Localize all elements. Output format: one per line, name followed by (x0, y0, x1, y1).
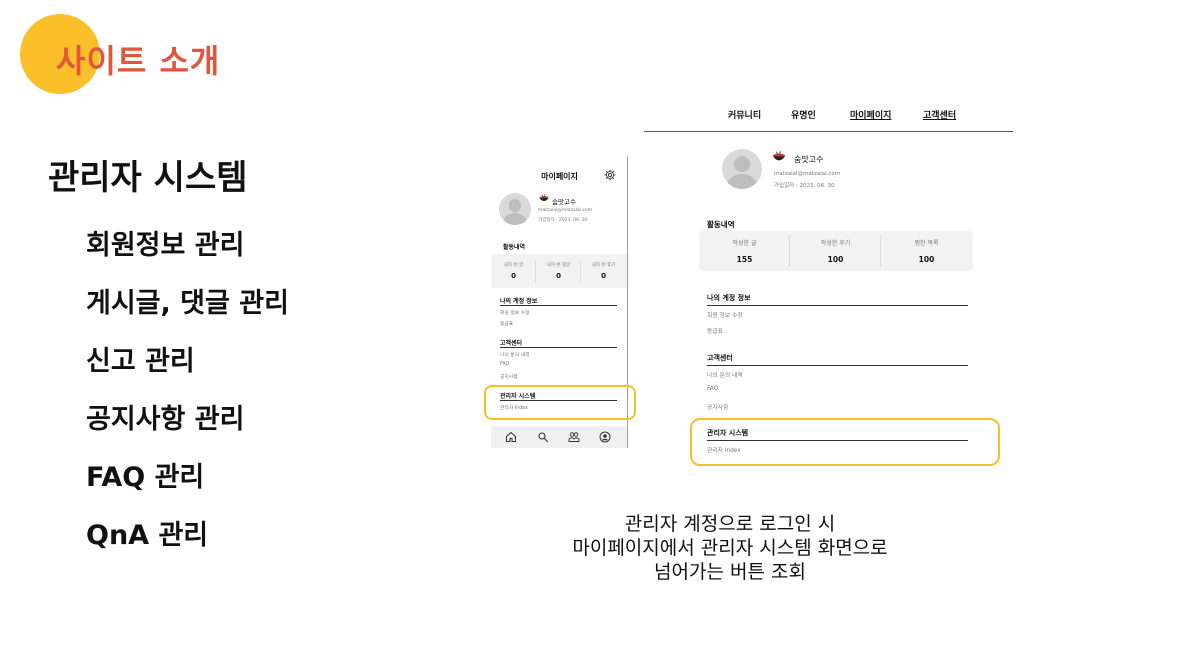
stat-value: 0 (556, 272, 561, 280)
stat-wishlist[interactable]: 찜한 목록 100 (881, 231, 972, 271)
nav-mypage[interactable]: 마이페이지 (850, 108, 891, 121)
support-section-title: 고객센터 (707, 354, 733, 362)
nickname: 숨맛고수 (552, 198, 576, 206)
email: matzalal@matzalal.com (538, 208, 593, 213)
gear-icon[interactable] (604, 169, 616, 181)
avatar (499, 193, 531, 225)
menu-grade-table[interactable]: 등급표 (707, 326, 723, 335)
feature-member-info: 회원정보 관리 (86, 230, 245, 261)
nav-divider (644, 131, 1013, 132)
feature-posts-comments: 게시글, 댓글 관리 (86, 288, 289, 319)
stat-reviews[interactable]: 내가 쓴 후기 0 (581, 254, 626, 288)
stat-value: 155 (736, 255, 753, 264)
stat-value: 100 (827, 255, 844, 264)
stat-value: 0 (511, 272, 516, 280)
feature-notices: 공지사항 관리 (86, 404, 245, 435)
desktop-admin-highlight (690, 418, 1000, 466)
search-icon[interactable] (537, 431, 549, 443)
support-section-title: 고객센터 (500, 340, 523, 347)
stat-comments[interactable]: 내가 쓴 댓글 0 (536, 254, 581, 288)
section-heading: 관리자 시스템 (48, 158, 248, 198)
feature-faq: FAQ 관리 (86, 462, 205, 493)
stat-label: 찜한 목록 (914, 240, 939, 247)
nav-community[interactable]: 커뮤니티 (728, 108, 761, 121)
avatar (722, 149, 762, 189)
activity-title: 활동내역 (503, 244, 526, 251)
menu-notices[interactable]: 공지사항 (500, 373, 518, 380)
menu-faq[interactable]: FAQ (707, 386, 718, 392)
stat-label: 작성한 후기 (820, 240, 851, 247)
nickname: 숨맛고수 (794, 155, 824, 164)
joined-date: 가입일자 : 2023. 06. 30 (538, 218, 588, 223)
caption-line-2: 마이페이지에서 관리자 시스템 화면으로 (572, 537, 888, 559)
stat-label: 내가 쓴 글 (503, 263, 524, 268)
profile-icon[interactable] (599, 431, 611, 443)
stat-posts[interactable]: 내가 쓴 글 0 (491, 254, 536, 288)
stat-value: 100 (918, 255, 935, 264)
menu-notices[interactable]: 공지사항 (707, 402, 728, 411)
menu-edit-profile[interactable]: 회원 정보 수정 (500, 309, 530, 316)
account-section-title: 나의 계정 정보 (500, 298, 538, 305)
menu-edit-profile[interactable]: 회원 정보 수정 (707, 310, 743, 319)
home-icon[interactable] (505, 431, 517, 443)
nav-celebrities[interactable]: 유명인 (791, 108, 816, 121)
mobile-admin-highlight (484, 385, 636, 420)
community-icon[interactable] (568, 431, 580, 443)
stat-label: 내가 쓴 댓글 (546, 263, 571, 268)
activity-title: 활동내역 (707, 220, 735, 229)
menu-my-inquiries[interactable]: 나의 문의 내역 (500, 351, 530, 358)
stat-label: 내가 쓴 후기 (591, 263, 616, 268)
joined-date: 가입일자 : 2023. 06. 30 (774, 183, 835, 189)
slide-title: 사이트 소개 (56, 42, 221, 80)
divider (500, 347, 617, 348)
nav-customer-center[interactable]: 고객센터 (923, 108, 956, 121)
activity-stats: 내가 쓴 글 0 내가 쓴 댓글 0 내가 쓴 후기 0 (491, 254, 627, 288)
activity-stats: 작성한 글 155 작성한 후기 100 찜한 목록 100 (699, 231, 973, 271)
bottom-tab-bar (491, 426, 627, 448)
divider (500, 305, 617, 306)
menu-faq[interactable]: FAQ (500, 362, 509, 367)
menu-my-inquiries[interactable]: 나의 문의 내역 (707, 370, 743, 379)
caption-line-1: 관리자 계정으로 로그인 시 (624, 513, 836, 535)
ramen-bowl-icon (773, 151, 785, 161)
caption-line-3: 넘어가는 버튼 조회 (654, 561, 806, 583)
feature-reports: 신고 관리 (86, 346, 195, 377)
account-section-title: 나의 계정 정보 (707, 294, 751, 302)
stat-written-posts[interactable]: 작성한 글 155 (699, 231, 790, 271)
ramen-bowl-icon (539, 194, 549, 201)
feature-qna: QnA 관리 (86, 520, 209, 551)
stat-written-reviews[interactable]: 작성한 후기 100 (790, 231, 881, 271)
stat-label: 작성한 글 (732, 240, 757, 247)
stat-value: 0 (601, 272, 606, 280)
divider (707, 365, 968, 366)
email: matzalal@matzalal.com (774, 171, 841, 177)
menu-grade-table[interactable]: 등급표 (500, 320, 513, 327)
divider (707, 305, 968, 306)
